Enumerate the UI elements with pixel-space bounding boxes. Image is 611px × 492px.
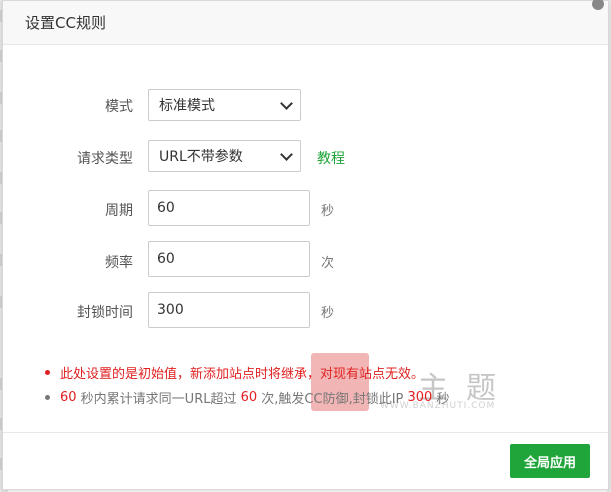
bullet-icon xyxy=(45,369,50,375)
period-input-value: 60 xyxy=(157,200,175,216)
note-initial-value: 此处设置的是初始值，新添加站点时将继承，对现有站点无效。 xyxy=(60,366,425,382)
note-item: 此处设置的是初始值，新添加站点时将继承，对现有站点无效。 xyxy=(45,362,449,382)
request-type-label: 请求类型 xyxy=(77,151,133,167)
dialog-footer: 全局应用 xyxy=(3,432,608,489)
request-type-select-value: URL不带参数 xyxy=(159,149,243,165)
tutorial-link[interactable]: 教程 xyxy=(317,148,345,168)
block-time-input[interactable]: 300 xyxy=(148,292,310,328)
mode-select-value: 标准模式 xyxy=(159,98,215,114)
block-time-input-value: 300 xyxy=(157,302,184,318)
chevron-down-icon xyxy=(280,97,293,110)
frequency-label: 频率 xyxy=(105,255,133,271)
frequency-input[interactable]: 60 xyxy=(148,241,310,277)
cc-rule-dialog: 设置CC规则 模式 标准模式 请求类型 URL不带参数 教程 周期 60 秒 频… xyxy=(2,0,609,490)
dialog-titlebar: 设置CC规则 xyxy=(3,1,608,45)
notes-list: 此处设置的是初始值，新添加站点时将继承，对现有站点无效。 60 秒内累计请求同一… xyxy=(45,362,449,407)
note-period-value: 60 xyxy=(60,389,77,405)
request-type-select[interactable]: URL不带参数 xyxy=(148,140,301,172)
mode-select[interactable]: 标准模式 xyxy=(148,89,301,121)
bullet-icon xyxy=(45,394,50,400)
period-unit: 秒 xyxy=(321,204,335,219)
global-apply-button[interactable]: 全局应用 xyxy=(510,444,590,478)
block-time-unit: 秒 xyxy=(321,306,335,321)
dialog-title: 设置CC规则 xyxy=(25,14,106,32)
note-item: 60 秒内累计请求同一URL超过 60 次,触发CC防御,封锁此IP 300 秒 xyxy=(45,387,449,407)
frequency-unit: 次 xyxy=(321,256,335,271)
frequency-input-value: 60 xyxy=(157,251,175,267)
note-text: 秒内累计请求同一URL超过 xyxy=(76,391,241,407)
note-frequency-value: 60 xyxy=(240,389,258,405)
block-time-label: 封锁时间 xyxy=(77,305,133,321)
mode-label: 模式 xyxy=(105,99,133,115)
note-text: 秒 xyxy=(432,391,450,407)
chevron-down-icon xyxy=(280,148,293,161)
note-text: 次,触发CC防御,封锁此IP xyxy=(257,391,408,407)
period-label: 周期 xyxy=(105,203,133,219)
note-block-value: 300 xyxy=(407,389,433,405)
period-input[interactable]: 60 xyxy=(148,190,310,226)
